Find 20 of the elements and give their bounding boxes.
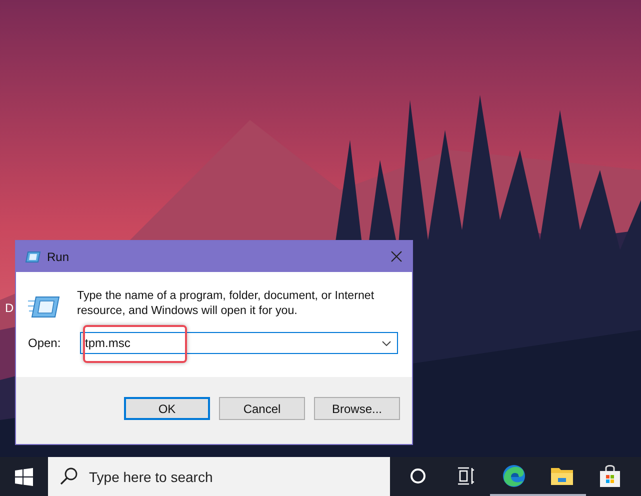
- window-title: Run: [47, 250, 70, 264]
- dialog-button[interactable]: OK: [124, 397, 210, 420]
- shopping-bag-icon: [599, 464, 621, 488]
- circle-icon: [410, 468, 426, 484]
- instruction-text: Type the name of a program, folder, document, or Internet resource, and Windows will open it for you.: [77, 288, 376, 318]
- dropdown-chevron-icon[interactable]: [382, 341, 391, 346]
- folder-icon: [550, 466, 574, 486]
- open-combo-box[interactable]: tpm.msc: [80, 332, 398, 354]
- search-icon: [60, 467, 78, 485]
- open-label: Open:: [28, 336, 62, 350]
- run-icon: [28, 295, 60, 319]
- browser-icon: [502, 464, 526, 488]
- windows-logo-icon[interactable]: [15, 468, 33, 486]
- task-view-icon: [457, 466, 475, 484]
- close-icon[interactable]: [391, 251, 402, 262]
- desktop-icon-label[interactable]: D: [5, 301, 14, 315]
- search-field[interactable]: Type here to search: [48, 457, 390, 496]
- run-icon: [25, 250, 41, 262]
- dialog-button[interactable]: Browse...: [314, 397, 400, 420]
- dialog-button[interactable]: Cancel: [219, 397, 305, 420]
